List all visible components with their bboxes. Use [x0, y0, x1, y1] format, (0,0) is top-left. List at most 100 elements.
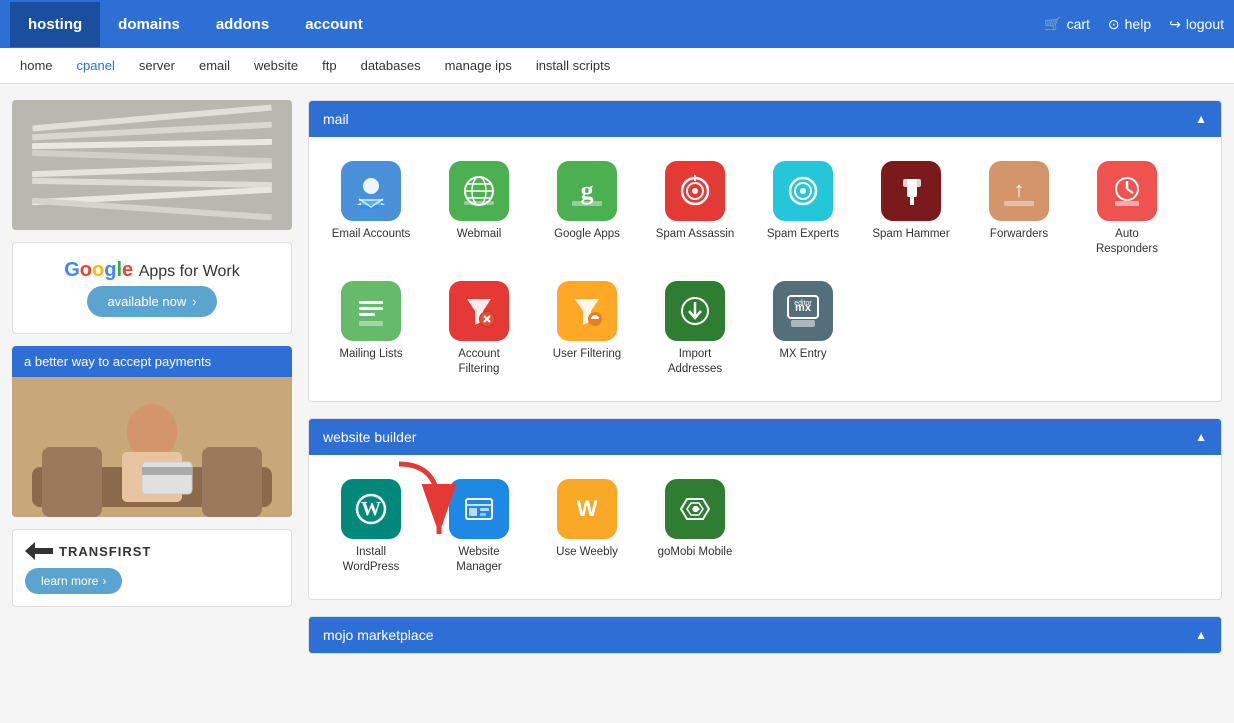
mojo-marketplace-section-header[interactable]: mojo marketplace ▲: [309, 617, 1221, 653]
forwarders-icon: ↑: [989, 161, 1049, 221]
account-filtering-label: AccountFiltering: [458, 347, 500, 377]
website-builder-section: website builder ▲ W InstallWordPress: [308, 418, 1222, 600]
install-wordpress-label: InstallWordPress: [343, 545, 400, 575]
forwarders-item[interactable]: ↑ Forwarders: [969, 153, 1069, 265]
svg-text:↑: ↑: [1014, 177, 1025, 202]
cart-icon: 🛒: [1044, 16, 1061, 33]
website-manager-icon: [449, 479, 509, 539]
mx-entry-icon: mx editor: [773, 281, 833, 341]
mailing-lists-item[interactable]: Mailing Lists: [321, 273, 421, 385]
secnav-server[interactable]: server: [139, 50, 175, 81]
learn-more-button[interactable]: learn more ›: [25, 568, 122, 594]
secnav-cpanel[interactable]: cpanel: [77, 50, 115, 81]
import-addresses-item[interactable]: ImportAddresses: [645, 273, 745, 385]
gomobi-mobile-item[interactable]: goMobi Mobile: [645, 471, 745, 583]
use-weebly-label: Use Weebly: [556, 545, 618, 560]
sidebar: Google Apps for Work available now › a b…: [12, 100, 292, 670]
secondary-navigation: home cpanel server email website ftp dat…: [0, 48, 1234, 84]
nav-account[interactable]: account: [287, 2, 381, 47]
user-filtering-item[interactable]: User Filtering: [537, 273, 637, 385]
available-now-button[interactable]: available now ›: [87, 286, 216, 317]
logout-label: logout: [1186, 16, 1224, 32]
top-navigation: hosting domains addons account 🛒 cart ⊙ …: [0, 0, 1234, 48]
nav-hosting[interactable]: hosting: [10, 2, 100, 47]
spam-hammer-icon: [881, 161, 941, 221]
nav-addons[interactable]: addons: [198, 2, 287, 47]
webmail-icon: [449, 161, 509, 221]
google-apps-icon: g: [557, 161, 617, 221]
mx-entry-item[interactable]: mx editor MX Entry: [753, 273, 853, 385]
secnav-home[interactable]: home: [20, 50, 53, 81]
payments-ad-title: a better way to accept payments: [12, 346, 292, 377]
spam-experts-icon: [773, 161, 833, 221]
payments-ad-image: [12, 377, 292, 517]
spam-hammer-label: Spam Hammer: [872, 227, 949, 242]
spam-assassin-label: Spam Assassin: [656, 227, 735, 242]
svg-text:W: W: [577, 496, 598, 521]
svg-text:W: W: [361, 498, 381, 520]
auto-responders-label: AutoResponders: [1096, 227, 1158, 257]
help-link[interactable]: ⊙ help: [1108, 16, 1151, 33]
install-wordpress-icon: W: [341, 479, 401, 539]
account-filtering-item[interactable]: AccountFiltering: [429, 273, 529, 385]
use-weebly-item[interactable]: W Use Weebly: [537, 471, 637, 583]
webmail-item[interactable]: Webmail: [429, 153, 529, 265]
sidebar-paper-image: [12, 100, 292, 230]
spam-hammer-item[interactable]: Spam Hammer: [861, 153, 961, 265]
mail-section-title: mail: [323, 111, 349, 127]
import-addresses-label: ImportAddresses: [668, 347, 722, 377]
cart-label: cart: [1067, 16, 1090, 32]
spam-experts-label: Spam Experts: [767, 227, 839, 242]
auto-responders-item[interactable]: AutoResponders: [1077, 153, 1177, 265]
import-addresses-icon: [665, 281, 725, 341]
mail-section-header[interactable]: mail ▲: [309, 101, 1221, 137]
payments-ad: a better way to accept payments: [12, 346, 292, 517]
gomobi-mobile-icon: [665, 479, 725, 539]
forwarders-label: Forwarders: [990, 227, 1048, 242]
mojo-marketplace-collapse-icon: ▲: [1195, 628, 1207, 642]
website-builder-section-header[interactable]: website builder ▲: [309, 419, 1221, 455]
transfirst-section: TRANSFIRST learn more ›: [12, 529, 292, 607]
website-builder-collapse-icon: ▲: [1195, 430, 1207, 444]
google-apps-item[interactable]: g Google Apps: [537, 153, 637, 265]
website-builder-icon-grid: W InstallWordPress: [309, 455, 1221, 599]
secnav-ftp[interactable]: ftp: [322, 50, 336, 81]
secnav-databases[interactable]: databases: [361, 50, 421, 81]
mailing-lists-label: Mailing Lists: [339, 347, 402, 362]
install-wordpress-item[interactable]: W InstallWordPress: [321, 471, 421, 583]
logout-icon: ↪: [1169, 16, 1181, 33]
account-filtering-icon: [449, 281, 509, 341]
main-layout: Google Apps for Work available now › a b…: [0, 84, 1234, 686]
secnav-manage-ips[interactable]: manage ips: [445, 50, 512, 81]
spam-assassin-item[interactable]: Spam Assassin: [645, 153, 745, 265]
spam-experts-item[interactable]: Spam Experts: [753, 153, 853, 265]
svg-text:g: g: [581, 176, 594, 205]
auto-responders-icon: [1097, 161, 1157, 221]
learn-more-arrow: ›: [102, 574, 106, 588]
top-nav-left: hosting domains addons account: [10, 2, 1044, 47]
help-label: help: [1125, 16, 1151, 32]
mail-section: mail ▲ Email Accounts: [308, 100, 1222, 402]
cart-link[interactable]: 🛒 cart: [1044, 16, 1090, 33]
help-icon: ⊙: [1108, 16, 1120, 33]
transfirst-logo: TRANSFIRST: [25, 542, 151, 560]
secnav-website[interactable]: website: [254, 50, 298, 81]
user-filtering-icon: [557, 281, 617, 341]
secnav-install-scripts[interactable]: install scripts: [536, 50, 610, 81]
mail-collapse-icon: ▲: [1195, 112, 1207, 126]
webmail-label: Webmail: [457, 227, 502, 242]
user-filtering-label: User Filtering: [553, 347, 621, 362]
svg-text:editor: editor: [794, 300, 812, 307]
available-now-label: available now: [107, 294, 186, 309]
website-manager-item[interactable]: WebsiteManager: [429, 471, 529, 583]
email-accounts-item[interactable]: Email Accounts: [321, 153, 421, 265]
mojo-marketplace-section-title: mojo marketplace: [323, 627, 434, 643]
gomobi-mobile-label: goMobi Mobile: [658, 545, 733, 560]
secnav-email[interactable]: email: [199, 50, 230, 81]
spam-assassin-icon: [665, 161, 725, 221]
google-apps-ad: Google Apps for Work available now ›: [12, 242, 292, 334]
logout-link[interactable]: ↪ logout: [1169, 16, 1224, 33]
learn-more-label: learn more: [41, 574, 98, 588]
email-accounts-icon: [341, 161, 401, 221]
nav-domains[interactable]: domains: [100, 2, 198, 47]
